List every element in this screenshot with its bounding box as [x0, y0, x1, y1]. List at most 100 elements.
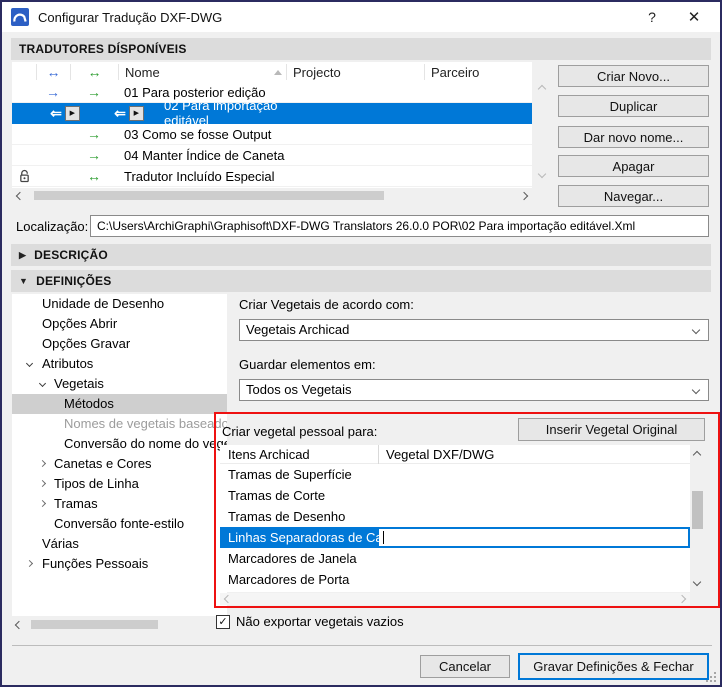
partner-column-header[interactable]: Parceiro	[424, 64, 532, 80]
tree-expander-expanded-icon[interactable]	[38, 379, 47, 388]
translator-row[interactable]: → 04 Manter Índice de Caneta	[12, 145, 532, 166]
sort-ascending-icon	[274, 69, 282, 75]
open-direction-column-header[interactable]: ↔	[36, 64, 70, 80]
create-new-button[interactable]: Criar Novo...	[558, 65, 709, 87]
translator-name: Tradutor Incluído Especial	[124, 168, 275, 184]
lock-icon	[19, 169, 29, 183]
two-way-arrow-icon: ↔	[87, 168, 101, 184]
custom-layer-vertical-scrollbar[interactable]	[690, 445, 705, 592]
custom-layer-label: Criar vegetal pessoal para:	[222, 424, 378, 439]
scroll-up-icon[interactable]	[692, 450, 702, 460]
scroll-right-icon[interactable]	[677, 594, 687, 604]
tree-item-opcoes-gravar[interactable]: Opções Gravar	[12, 334, 227, 354]
translator-name: 03 Como se fosse Output	[124, 126, 272, 142]
save-options-menu-button[interactable]: ▶	[128, 105, 144, 121]
scroll-down-icon[interactable]	[537, 169, 547, 179]
scroll-left-icon[interactable]	[223, 594, 233, 604]
custom-layer-row[interactable]: Tramas de Desenho	[220, 506, 690, 527]
custom-layer-row[interactable]: Marcadores de Porta	[220, 569, 690, 590]
tree-item-conversao-fonte-estilo[interactable]: Conversão fonte-estilo	[12, 514, 227, 534]
browse-button[interactable]: Navegar...	[558, 185, 709, 207]
insert-original-layer-button[interactable]: Inserir Vegetal Original	[518, 418, 705, 441]
tree-item-nomes-de-vegetais[interactable]: Nomes de vegetais baseados e	[12, 414, 227, 434]
two-way-arrow-icon: ↔	[46, 64, 61, 80]
tree-expander-collapsed-icon[interactable]	[38, 479, 47, 488]
save-direction-column-header[interactable]: ↔	[70, 64, 118, 80]
name-column-header[interactable]: Nome	[118, 64, 286, 80]
duplicate-button[interactable]: Duplicar	[558, 95, 709, 117]
tree-item-metodos-selected[interactable]: Métodos	[12, 394, 227, 414]
tree-item-atributos[interactable]: Atributos	[12, 354, 227, 374]
translators-table-header: ↔ ↔ Nome Projecto Parceiro	[12, 62, 532, 82]
settings-section-header[interactable]: ▼ DEFINIÇÕES	[11, 270, 711, 292]
create-layers-dropdown[interactable]: Vegetais Archicad	[239, 319, 709, 341]
settings-tree: Unidade de Desenho Opções Abrir Opções G…	[12, 294, 227, 616]
tree-item-varias[interactable]: Várias	[12, 534, 227, 554]
save-elements-dropdown[interactable]: Todos os Vegetais	[239, 379, 709, 401]
create-layers-label: Criar Vegetais de acordo com:	[239, 297, 414, 312]
checkbox-checked-icon[interactable]: ✓	[216, 614, 230, 629]
resize-grip[interactable]	[705, 671, 716, 682]
tree-item-unidade-de-desenho[interactable]: Unidade de Desenho	[12, 294, 227, 314]
tree-item-vegetais[interactable]: Vegetais	[12, 374, 227, 394]
window-title: Configurar Tradução DXF-DWG	[38, 9, 223, 25]
translators-table[interactable]: ↔ ↔ Nome Projecto Parceiro → → 01 Para p…	[12, 62, 532, 188]
project-column-header[interactable]: Projecto	[286, 64, 424, 80]
translator-row-selected[interactable]: ⇐ ▶ ⇐ ▶ 02 Para importação editável	[12, 98, 532, 128]
close-icon[interactable]: ✕	[674, 2, 714, 32]
tree-expander-expanded-icon[interactable]	[25, 359, 34, 368]
custom-layer-row[interactable]: Tramas de Superfície	[220, 464, 690, 485]
layer-name-edit-field[interactable]	[379, 529, 688, 546]
tree-expander-collapsed-icon[interactable]	[38, 459, 47, 468]
tree-expander-collapsed-icon[interactable]	[25, 559, 34, 568]
translator-row[interactable]: → 03 Como se fosse Output	[12, 124, 532, 145]
tree-item-funcoes-pessoais[interactable]: Funções Pessoais	[12, 554, 227, 574]
no-empty-layers-label: Não exportar vegetais vazios	[236, 614, 404, 629]
translator-name: 02 Para importação editável	[164, 98, 278, 128]
scrollbar-thumb[interactable]	[31, 620, 158, 629]
tree-item-tramas[interactable]: Tramas	[12, 494, 227, 514]
tree-item-tipos-de-linha[interactable]: Tipos de Linha	[12, 474, 227, 494]
description-section-header[interactable]: ▶ DESCRIÇÃO	[11, 244, 711, 266]
custom-layer-table[interactable]: Itens Archicad Vegetal DXF/DWG Tramas de…	[220, 444, 690, 592]
no-empty-layers-checkbox-row[interactable]: ✓ Não exportar vegetais vazios	[216, 614, 404, 629]
tree-item-conversao-nome-vegetal[interactable]: Conversão do nome do vegeta	[12, 434, 227, 454]
save-elements-label: Guardar elementos em:	[239, 357, 376, 372]
translator-row[interactable]: ↔ Tradutor Incluído Especial	[12, 166, 532, 187]
cancel-button[interactable]: Cancelar	[420, 655, 510, 678]
location-field[interactable]: C:\Users\ArchiGraphi\Graphisoft\DXF-DWG …	[90, 215, 709, 237]
save-settings-close-button[interactable]: Gravar Definições & Fechar	[518, 653, 709, 680]
delete-button[interactable]: Apagar	[558, 155, 709, 177]
archicad-app-icon	[11, 8, 29, 26]
available-translators-title: TRADUTORES DÍSPONÍVEIS	[19, 42, 187, 56]
rename-button[interactable]: Dar novo nome...	[558, 126, 709, 148]
scrollbar-thumb[interactable]	[692, 491, 703, 529]
custom-layer-row[interactable]: Marcadores de Janela	[220, 548, 690, 569]
expander-expanded-icon: ▼	[19, 276, 29, 286]
custom-layer-horizontal-scrollbar[interactable]	[220, 593, 690, 605]
translators-horizontal-scrollbar[interactable]	[12, 189, 532, 202]
scroll-left-icon[interactable]	[14, 620, 24, 629]
tree-horizontal-scrollbar[interactable]	[12, 618, 227, 631]
scroll-up-icon[interactable]	[537, 84, 547, 94]
location-label: Localização:	[16, 219, 89, 234]
tree-item-canetas-e-cores[interactable]: Canetas e Cores	[12, 454, 227, 474]
scroll-left-icon[interactable]	[15, 191, 25, 200]
help-button[interactable]: ?	[632, 2, 672, 32]
tree-item-opcoes-abrir[interactable]: Opções Abrir	[12, 314, 227, 334]
tree-expander-collapsed-icon[interactable]	[38, 499, 47, 508]
menu-arrow-icon: ▶	[133, 109, 140, 117]
dxf-dwg-layer-column-header: Vegetal DXF/DWG	[386, 446, 495, 462]
right-arrow-icon: →	[46, 84, 60, 100]
right-arrow-icon: →	[87, 126, 101, 142]
open-options-menu-button[interactable]: ▶	[64, 105, 80, 121]
custom-layer-row[interactable]: Tramas de Corte	[220, 485, 690, 506]
chevron-down-icon	[691, 385, 701, 395]
description-section-title: DESCRIÇÃO	[34, 248, 108, 262]
custom-layer-row-selected[interactable]: Linhas Separadoras de Cam...	[220, 527, 690, 548]
two-way-arrow-icon: ↔	[87, 64, 102, 80]
settings-section-title: DEFINIÇÕES	[36, 274, 112, 288]
scrollbar-thumb[interactable]	[34, 191, 384, 200]
scroll-down-icon[interactable]	[692, 577, 702, 587]
scroll-right-icon[interactable]	[519, 191, 529, 200]
